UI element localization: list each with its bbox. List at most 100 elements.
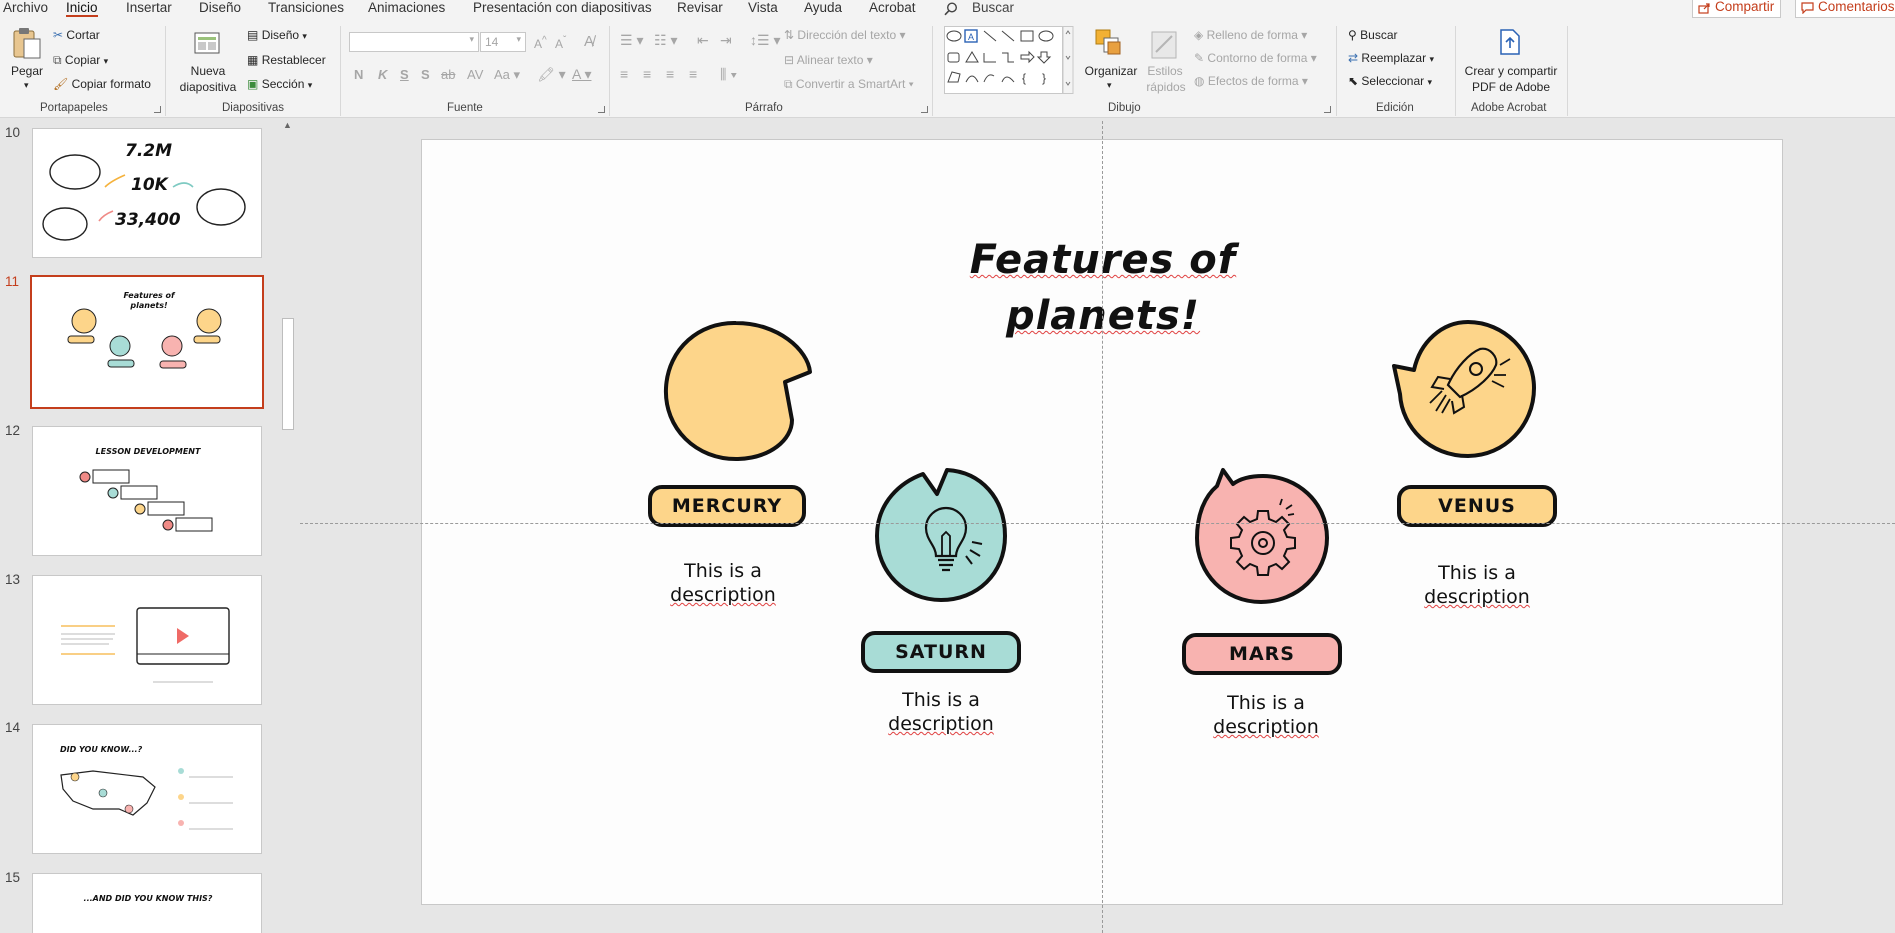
mercury-description[interactable]: This is a description	[638, 559, 808, 607]
arrange-label[interactable]: Organizar	[1082, 64, 1140, 79]
create-pdf-icon[interactable]	[1498, 28, 1522, 56]
new-slide-label-2[interactable]: diapositiva	[168, 80, 248, 95]
create-pdf-label-2[interactable]: PDF de Adobe	[1458, 80, 1564, 95]
tab-transiciones[interactable]: Transiciones	[268, 0, 344, 15]
menu-bar: Archivo Inicio Insertar Diseño Transicio…	[0, 0, 1895, 18]
numbering-icon[interactable]: ☷ ▾	[654, 32, 677, 49]
parrafo-launcher-icon[interactable]	[921, 106, 928, 113]
paste-dropdown-icon[interactable]: ▾	[24, 80, 29, 91]
line-spacing-icon[interactable]: ↕☰ ▾	[750, 32, 780, 49]
cut-button[interactable]: ✂ Cortar	[53, 28, 100, 42]
smartart-icon: ⧉	[784, 77, 793, 91]
thumbnail-scrollbar[interactable]	[281, 119, 295, 933]
font-size-dropdown[interactable]: 14 ▾	[480, 32, 526, 52]
group-label-parrafo: Párrafo	[745, 102, 783, 114]
tab-presentacion[interactable]: Presentación con diapositivas	[473, 0, 652, 15]
quick-styles-label-2[interactable]: rápidos	[1136, 80, 1196, 95]
venus-description[interactable]: This is a description	[1392, 561, 1562, 609]
font-name-dropdown[interactable]: ▾	[349, 32, 479, 52]
section-button[interactable]: ▣ Sección ▾	[247, 77, 312, 91]
shape-effects-button[interactable]: ◍ Efectos de forma ▾	[1194, 74, 1308, 88]
paste-label[interactable]: Pegar	[4, 64, 50, 79]
dibujo-launcher-icon[interactable]	[1324, 106, 1331, 113]
arrange-dropdown-icon[interactable]: ▾	[1107, 80, 1112, 91]
replace-button[interactable]: ⇄ Reemplazar ▾	[1348, 51, 1434, 65]
underline-button[interactable]: S	[400, 67, 409, 82]
svg-text:{: {	[1022, 71, 1026, 85]
highlight-icon[interactable]: 🖍 ▾	[537, 66, 566, 83]
text-direction-button[interactable]: ⇅ Dirección del texto ▾	[784, 28, 905, 42]
venus-label[interactable]: VENUS	[1397, 485, 1557, 527]
tab-vista[interactable]: Vista	[748, 0, 778, 15]
mars-description[interactable]: This is a description	[1181, 691, 1351, 739]
scroll-up-icon[interactable]: ▲	[283, 120, 292, 130]
align-left-icon[interactable]: ≡	[620, 66, 628, 82]
search-label: Buscar	[972, 0, 1015, 15]
shape-outline-button[interactable]: ✎ Contorno de forma ▾	[1194, 51, 1317, 65]
align-text-button[interactable]: ⊟ Alinear texto ▾	[784, 53, 873, 67]
tab-inicio[interactable]: Inicio	[66, 0, 98, 17]
shapes-gallery[interactable]: A { }	[944, 26, 1074, 94]
clear-format-icon[interactable]: A̸	[584, 33, 594, 50]
shrink-font-button[interactable]: Aˇ	[555, 35, 566, 51]
thumb-map-art	[60, 768, 233, 830]
mars-description-line-1: This is a	[1227, 692, 1305, 714]
slide-thumbnail-15[interactable]: ...and did you know this?	[32, 873, 262, 933]
saturn-description[interactable]: This is a description	[856, 688, 1026, 736]
italic-button[interactable]: K	[378, 67, 387, 82]
slide-thumbnail-10[interactable]: 7.2M 10K 33,400	[32, 128, 262, 258]
bold-button[interactable]: N	[354, 67, 363, 82]
ribbon-separator	[165, 26, 166, 116]
thumbnail-scrollbar-thumb[interactable]	[282, 318, 294, 430]
quick-styles-icon[interactable]	[1150, 28, 1180, 60]
slide-thumbnail-11[interactable]: Features of planets!	[30, 275, 264, 409]
paste-icon[interactable]	[12, 26, 42, 60]
tab-archivo[interactable]: Archivo	[3, 0, 48, 15]
new-slide-icon[interactable]	[193, 28, 223, 56]
slide-title[interactable]: Features of planets!	[930, 232, 1276, 344]
grow-font-button[interactable]: A^	[534, 35, 547, 51]
mercury-label[interactable]: MERCURY	[648, 485, 806, 527]
format-painter-button[interactable]: 🖌 Copiar formato	[53, 77, 151, 91]
change-case-button[interactable]: Aa ▾	[494, 67, 520, 83]
tab-ayuda[interactable]: Ayuda	[804, 0, 842, 15]
smartart-button[interactable]: ⧉ Convertir a SmartArt ▾	[784, 77, 914, 92]
strikethrough-button[interactable]: ab	[441, 67, 455, 82]
mars-label[interactable]: MARS	[1182, 633, 1342, 675]
font-color-icon[interactable]: A ▾	[572, 66, 591, 83]
find-button[interactable]: ⚲ Buscar	[1348, 28, 1398, 42]
justify-icon[interactable]: ≡	[689, 66, 697, 82]
layout-label: Diseño	[261, 28, 300, 42]
decrease-indent-icon[interactable]: ⇤	[697, 32, 709, 49]
align-center-icon[interactable]: ≡	[643, 66, 651, 82]
shape-fill-button[interactable]: ◈ Relleno de forma ▾	[1194, 28, 1307, 42]
spacing-button[interactable]: AV	[467, 67, 483, 82]
new-slide-label-1[interactable]: Nueva	[172, 64, 244, 79]
align-right-icon[interactable]: ≡	[666, 66, 674, 82]
create-pdf-label-1[interactable]: Crear y compartir	[1458, 64, 1564, 79]
tab-acrobat[interactable]: Acrobat	[869, 0, 916, 15]
arrange-icon[interactable]	[1094, 28, 1124, 58]
quick-styles-label-1[interactable]: Estilos	[1140, 64, 1190, 79]
copy-button[interactable]: ⧉ Copiar ▾	[53, 53, 108, 68]
mercury-circle[interactable]	[660, 320, 814, 462]
tab-insertar[interactable]: Insertar	[126, 0, 172, 15]
saturn-label[interactable]: SATURN	[861, 631, 1021, 673]
reset-button[interactable]: ▦ Restablecer	[247, 53, 326, 67]
portapapeles-launcher-icon[interactable]	[154, 106, 161, 113]
select-button[interactable]: ⬉ Seleccionar ▾	[1348, 74, 1432, 88]
share-button[interactable]: Compartir	[1692, 0, 1782, 18]
slide-thumbnail-14[interactable]: Did you know...?	[32, 724, 262, 854]
columns-icon[interactable]: ⫼ ▾	[720, 66, 737, 83]
tab-diseno[interactable]: Diseño	[199, 0, 241, 15]
comments-button[interactable]: Comentarios	[1795, 0, 1895, 18]
increase-indent-icon[interactable]: ⇥	[720, 32, 732, 49]
slide-thumbnail-12[interactable]: Lesson development	[32, 426, 262, 556]
layout-button[interactable]: ▤ Diseño ▾	[247, 28, 307, 42]
fuente-launcher-icon[interactable]	[598, 106, 605, 113]
tab-revisar[interactable]: Revisar	[677, 0, 723, 15]
bullets-icon[interactable]: ☰ ▾	[620, 32, 643, 49]
slide-thumbnail-13[interactable]	[32, 575, 262, 705]
tab-animaciones[interactable]: Animaciones	[368, 0, 445, 15]
shadow-button[interactable]: S	[421, 67, 430, 82]
